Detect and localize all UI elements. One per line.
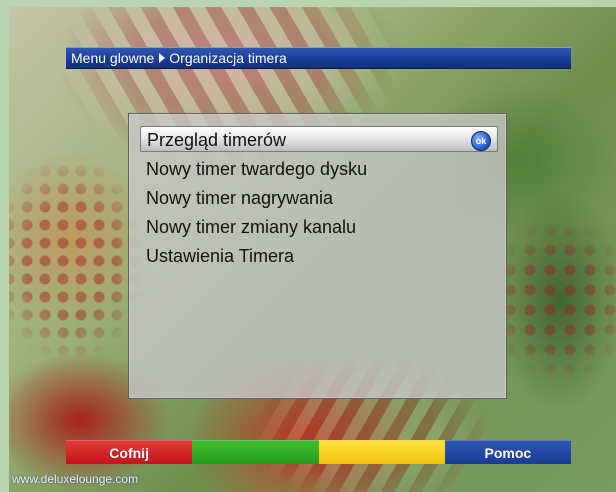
green-button[interactable] xyxy=(192,440,319,464)
ok-icon: ok xyxy=(471,131,491,151)
watermark: www.deluxelounge.com xyxy=(12,472,139,486)
blue-button-help[interactable]: Pomoc xyxy=(444,440,571,464)
menu-item-label: Ustawienia Timera xyxy=(146,246,295,266)
menu-item-timer-overview[interactable]: Przegląd timerów ok xyxy=(140,126,498,152)
menu-item-label: Przegląd timerów xyxy=(147,130,287,150)
breadcrumb-current: Organizacja timera xyxy=(169,50,287,66)
menu-item-label: Nowy timer zmiany kanalu xyxy=(146,217,357,237)
red-button-back[interactable]: Cofnij xyxy=(66,440,193,464)
breadcrumb-parent[interactable]: Menu glowne xyxy=(71,47,154,69)
screen-border-left xyxy=(0,0,9,492)
color-button-bar: Cofnij Pomoc xyxy=(66,440,571,464)
tv-screen: Menu glowne Organizacja timera Przegląd … xyxy=(0,0,616,492)
breadcrumb: Menu glowne Organizacja timera xyxy=(66,47,571,69)
timer-menu: Przegląd timerów ok Nowy timer twardego … xyxy=(128,113,507,399)
yellow-button[interactable] xyxy=(318,440,445,464)
breadcrumb-arrow-icon xyxy=(159,53,166,63)
menu-item-new-recording-timer[interactable]: Nowy timer nagrywania xyxy=(140,185,498,211)
menu-item-timer-settings[interactable]: Ustawienia Timera xyxy=(140,243,498,269)
menu-item-new-channel-switch-timer[interactable]: Nowy timer zmiany kanalu xyxy=(140,214,498,240)
menu-item-label: Nowy timer nagrywania xyxy=(146,188,334,208)
menu-item-new-hdd-timer[interactable]: Nowy timer twardego dysku xyxy=(140,156,498,182)
menu-item-label: Nowy timer twardego dysku xyxy=(146,159,368,179)
screen-border-top xyxy=(0,0,616,7)
